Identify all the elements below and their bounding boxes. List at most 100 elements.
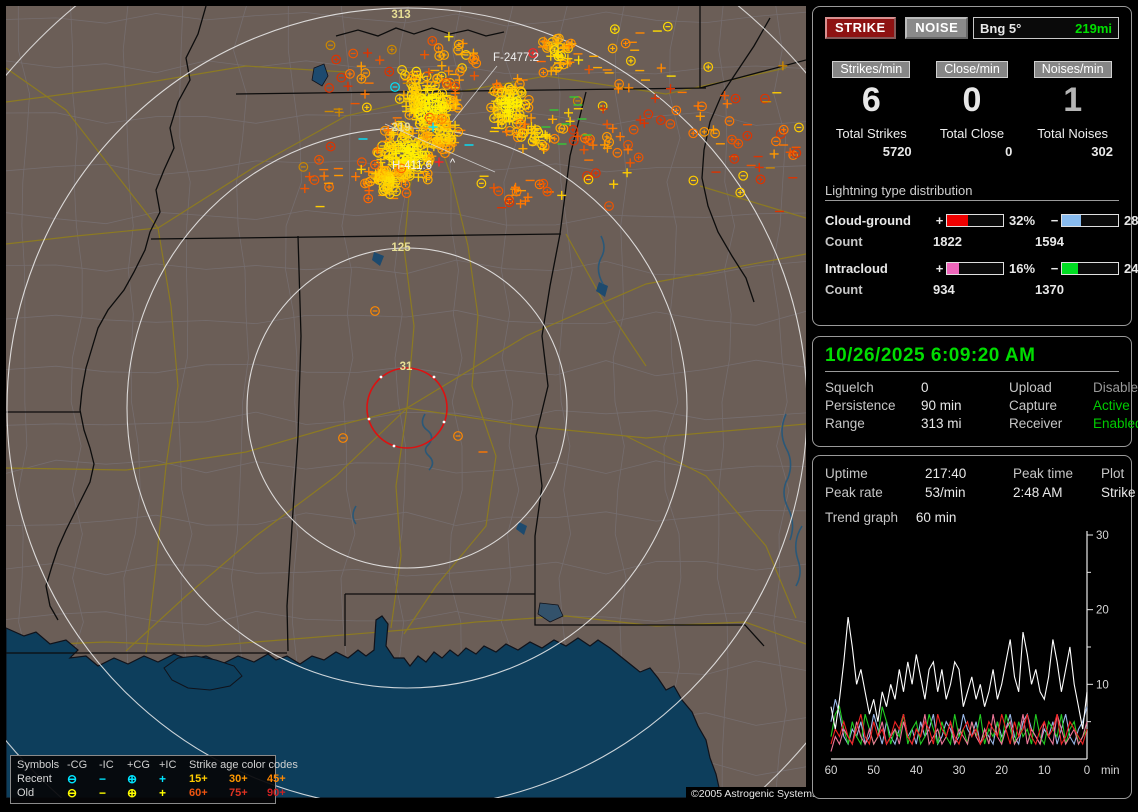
legend-header-symbols: Symbols (17, 759, 67, 771)
intracloud-count-row: Count 934 1370 (825, 279, 1119, 299)
symbol-legend: Symbols -CG -IC +CG +IC Strike age color… (10, 755, 276, 804)
trend-series-total-strikes (831, 617, 1087, 729)
y-tick-label: 30 (1096, 530, 1109, 542)
squelch-label: Squelch (825, 380, 921, 395)
age-code: 90+ (267, 787, 301, 799)
ic-neg-icon: − (99, 773, 127, 785)
minus-sign: − (1048, 213, 1061, 228)
legend-row-label: Old (17, 787, 67, 799)
legend-header-neg-cg: -CG (67, 759, 99, 771)
datetime-display: 10/26/2025 6:09:20 AM (825, 345, 1119, 372)
peak-rate-label: Peak rate (825, 485, 925, 500)
cg-positive-pct: 32% (1004, 213, 1048, 228)
cg-negative-bar (1061, 214, 1119, 227)
distribution-title: Lightning type distribution (825, 183, 1119, 201)
cg-negative-count: 1594 (1035, 234, 1119, 249)
ic-positive-count: 934 (933, 282, 1035, 297)
storm-label: H-411.6 (392, 160, 432, 172)
strikes-column: Strikes/min 6 Total Strikes 5720 (825, 61, 918, 159)
app-window: { "header": { "strike_btn": "STRIKE", "n… (0, 0, 1138, 812)
receiver-status: Enabled (1093, 416, 1138, 431)
ic-negative-count: 1370 (1035, 282, 1119, 297)
strikes-per-min-value: 6 (825, 80, 918, 120)
capture-status: Active (1093, 398, 1138, 413)
legend-age-title: Strike age color codes (189, 759, 301, 771)
upload-status: Disabled (1093, 380, 1138, 395)
ic-negative-bar (1061, 262, 1119, 275)
trend-window-value: 60 min (916, 510, 957, 525)
legend-header-pos-ic: +IC (159, 759, 189, 771)
age-code: 60+ (189, 787, 229, 799)
legend-header-neg-ic: -IC (99, 759, 127, 771)
cg-neg-icon: ⊖ (67, 773, 99, 785)
close-column: Close/min 0 Total Close 0 (926, 61, 1019, 159)
plus-sign: + (933, 213, 946, 228)
range-label: Range (825, 416, 921, 431)
cg-negative-pct: 28% (1119, 213, 1138, 228)
uptime-label: Uptime (825, 466, 925, 481)
x-axis-unit: min (1101, 765, 1120, 777)
legend-header-pos-cg: +CG (127, 759, 159, 771)
map-canvas[interactable]: 31321912531F-2477.2H-411.6^ (6, 6, 806, 798)
age-code: 30+ (229, 773, 267, 785)
total-strikes-value: 5720 (825, 144, 918, 159)
session-panel: Uptime 217:40 Peak time Plot Peak rate 5… (812, 455, 1132, 799)
squelch-value: 0 (921, 380, 1009, 395)
storm-label: F-2477.2 (493, 52, 539, 64)
lightning-map[interactable]: 31321912531F-2477.2H-411.6^ ©2005 Astrog… (6, 6, 806, 798)
plot-label: Plot (1101, 466, 1136, 481)
age-code: 75+ (229, 787, 267, 799)
ring-label-313: 313 (391, 9, 410, 21)
upload-label: Upload (1009, 380, 1093, 395)
persistence-value: 90 min (921, 398, 1009, 413)
legend-header-row: Symbols -CG -IC +CG +IC Strike age color… (17, 758, 271, 772)
y-tick-label: 10 (1096, 679, 1109, 691)
peak-rate-value: 53/min (925, 485, 1013, 500)
age-code: 15+ (189, 773, 229, 785)
close-per-min-value: 0 (926, 80, 1019, 120)
stats-panel: STRIKE NOISE Bng 5° 219mi Strikes/min 6 … (812, 6, 1132, 326)
ic-negative-pct: 24% (1119, 261, 1138, 276)
range-value: 313 mi (921, 416, 1009, 431)
noises-column: Noises/min 1 Total Noises 302 (1026, 61, 1119, 159)
receiver-label: Receiver (1009, 416, 1093, 431)
x-tick-label: 10 (1038, 765, 1051, 777)
peak-time-label: Peak time (1013, 466, 1101, 481)
cloud-ground-count-row: Count 1822 1594 (825, 231, 1119, 251)
total-noises-value: 302 (1026, 144, 1119, 159)
total-noises-label: Total Noises (1026, 126, 1119, 141)
legend-row-recent: Recent⊖−⊕+15+30+45+ (17, 772, 271, 786)
cg-pos-icon: ⊕ (127, 773, 159, 785)
cloud-ground-row: Cloud-ground + 32% − 28% (825, 209, 1119, 231)
bearing-readout: Bng 5° 219mi (973, 17, 1119, 39)
status-panel: 10/26/2025 6:09:20 AM Squelch 0 Upload D… (812, 336, 1132, 447)
ring-label-219: 219 (391, 122, 410, 134)
x-tick-label: 20 (995, 765, 1008, 777)
x-tick-label: 30 (953, 765, 966, 777)
trend-series--ic (831, 714, 1087, 751)
x-tick-label: 60 (825, 765, 837, 777)
x-tick-label: 50 (867, 765, 880, 777)
cloud-ground-label: Cloud-ground (825, 213, 933, 228)
minus-sign: − (1048, 261, 1061, 276)
copyright-notice: ©2005 Astrogenic Systems (686, 787, 822, 802)
intracloud-label: Intracloud (825, 261, 933, 276)
y-tick-label: 20 (1096, 605, 1109, 617)
count-label: Count (825, 234, 933, 249)
strike-mode-button[interactable]: STRIKE (825, 17, 896, 39)
storm-label-suffix: ^ (450, 157, 456, 169)
bearing-range: 219mi (1075, 21, 1112, 36)
noise-mode-button[interactable]: NOISE (905, 17, 968, 39)
ic-pos-icon: + (159, 773, 189, 785)
cg-positive-count: 1822 (933, 234, 1035, 249)
noises-per-min-badge: Noises/min (1034, 61, 1112, 78)
intracloud-row: Intracloud + 16% − 24% (825, 257, 1119, 279)
strikes-per-min-badge: Strikes/min (832, 61, 910, 78)
plus-sign: + (933, 261, 946, 276)
noises-per-min-value: 1 (1026, 80, 1119, 120)
ring-label-31: 31 (400, 361, 413, 373)
total-strikes-label: Total Strikes (825, 126, 918, 141)
plot-value: Strike (1101, 485, 1136, 500)
total-close-label: Total Close (926, 126, 1019, 141)
bearing-label: Bng 5° (980, 21, 1021, 36)
